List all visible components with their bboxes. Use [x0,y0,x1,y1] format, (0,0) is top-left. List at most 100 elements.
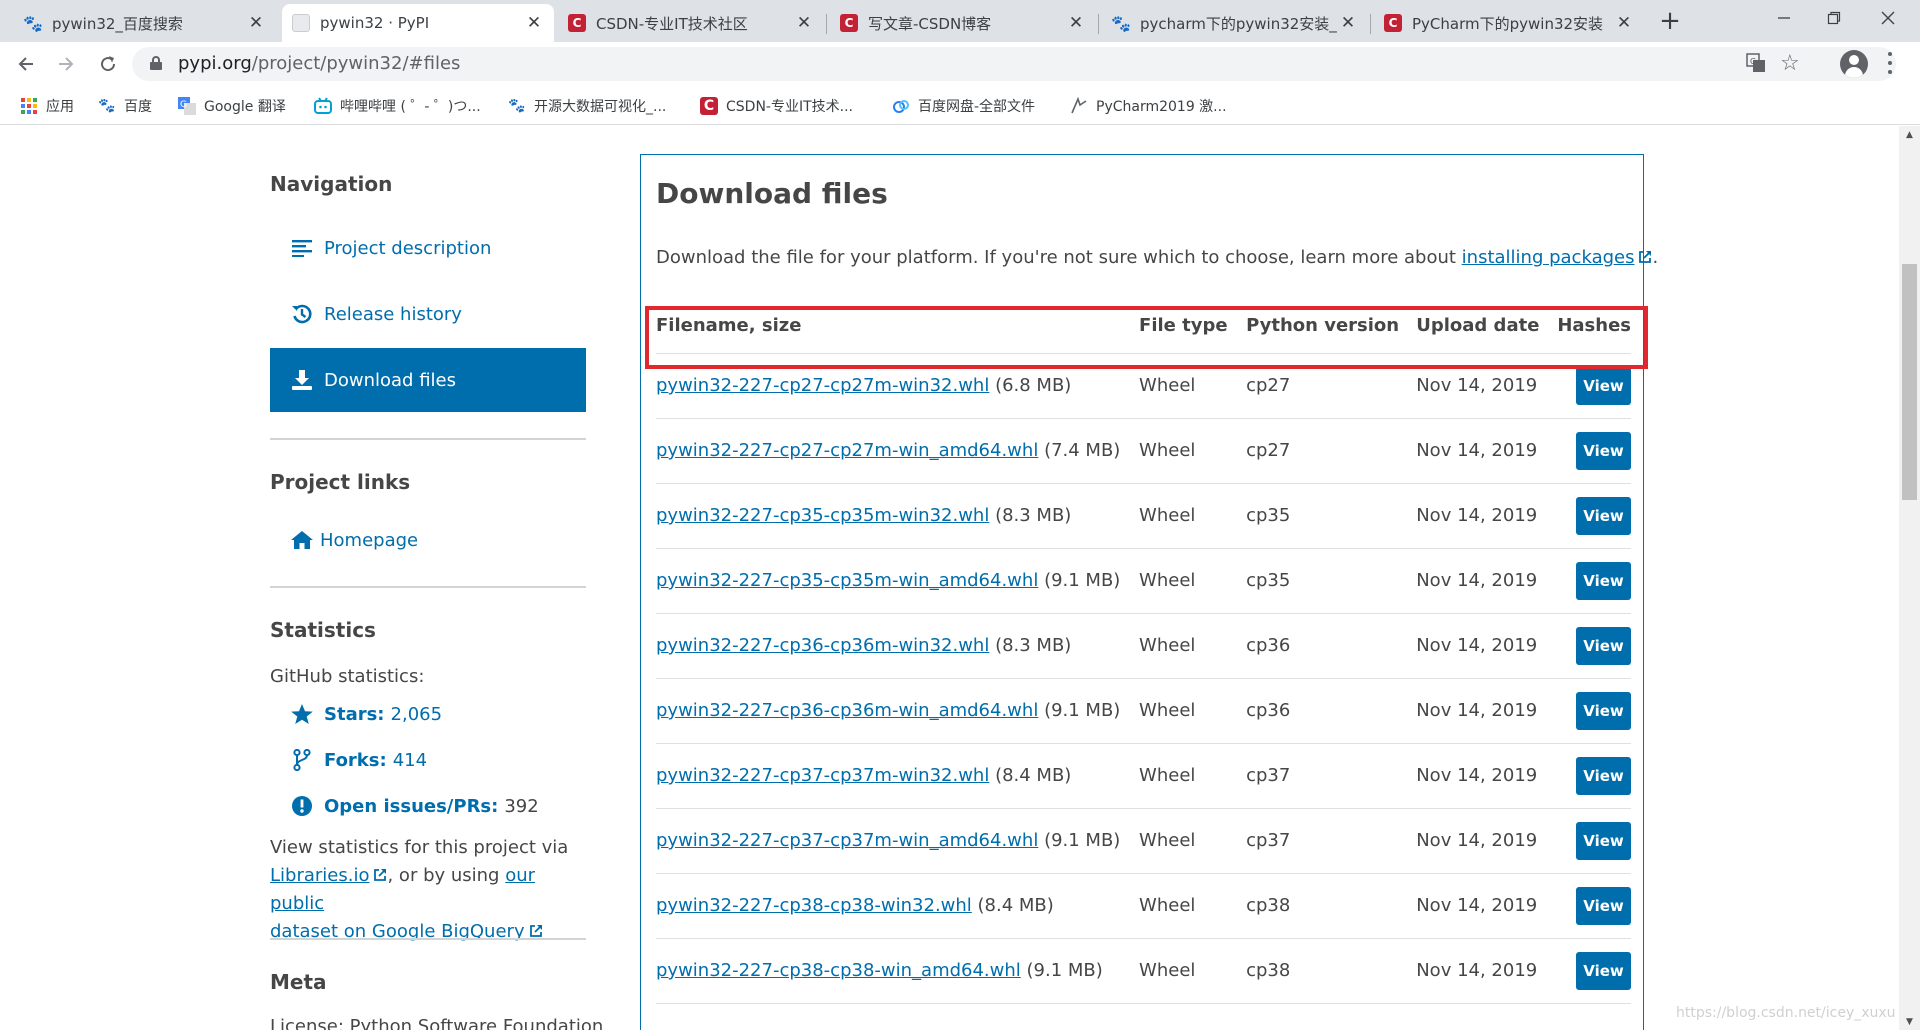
sidebar-divider [270,438,586,440]
external-link-icon [529,924,542,937]
info-circle-icon [290,794,314,818]
filename-link[interactable]: pywin32-227-cp37-cp37m-win_amd64.whl [656,830,1038,851]
stat-stars[interactable]: Stars: 2,065 [290,702,442,726]
pypi-icon [292,14,310,32]
bookmark-star-icon[interactable]: ☆ [1780,51,1800,76]
bookmark-google-translate[interactable]: G Google 翻译 [178,94,286,118]
homepage-link[interactable]: Homepage [290,528,418,552]
scroll-up-arrow-icon[interactable]: ▲ [1899,126,1920,143]
nav-download-files[interactable]: Download files [270,348,586,412]
bookmark-apps[interactable]: 应用 [20,94,74,118]
filename-link[interactable]: pywin32-227-cp35-cp35m-win32.whl [656,505,989,526]
tab-title: pycharm下的pywin32安装_ [1140,14,1337,33]
view-hashes-button[interactable]: View [1576,561,1631,600]
header-python-version: Python version [1246,289,1417,354]
tab-csdn-community[interactable]: C CSDN-专业IT技术社区 ✕ [558,4,824,42]
stat-forks[interactable]: Forks: 414 [290,748,427,772]
bookmark-label: 百度 [124,99,152,115]
csdn-icon: C [700,97,718,115]
upload-date-cell: Nov 14, 2019 [1416,808,1558,874]
bookmark-csdn[interactable]: C CSDN-专业IT技术... [700,94,853,118]
bookmark-label: 应用 [46,99,74,115]
close-icon[interactable]: ✕ [1614,13,1634,33]
view-hashes-button[interactable]: View [1576,496,1631,535]
scrollbar-thumb[interactable] [1902,264,1917,500]
minimize-icon [1778,17,1790,19]
bookmark-baidu[interactable]: 🐾 百度 [98,94,152,118]
close-icon[interactable]: ✕ [1066,13,1086,33]
upload-date-cell: Nov 14, 2019 [1416,938,1558,1004]
filename-link[interactable]: pywin32-227-cp27-cp27m-win32.whl [656,375,989,396]
close-icon[interactable]: ✕ [1338,13,1358,33]
hashes-cell: View [1557,613,1631,679]
view-hashes-button[interactable]: View [1576,366,1631,405]
table-row: pywin32-227-cp38-cp38-win_amd64.whl (9.1… [656,938,1631,1004]
reload-button[interactable] [92,48,124,80]
page-scrollbar[interactable]: ▲ ▼ [1899,126,1920,1030]
file-size: (6.8 MB) [995,375,1072,396]
filename-link[interactable]: pywin32-227-cp38-cp38-win32.whl [656,895,972,916]
url-text[interactable]: pypi.org/project/pywin32/#files [178,53,460,74]
tab-pypi[interactable]: pywin32 · PyPI ✕ [282,4,554,42]
bookmark-baidu-netdisk[interactable]: 百度网盘-全部文件 [892,94,1035,118]
profile-avatar-icon[interactable] [1840,50,1868,78]
filename-link[interactable]: pywin32-227-cp36-cp36m-win32.whl [656,635,989,656]
tab-title: CSDN-专业IT技术社区 [596,14,748,33]
bookmark-pycharm[interactable]: PyCharm2019 激... [1070,94,1227,118]
stat-open-issues[interactable]: Open issues/PRs: 392 [290,794,539,818]
filename-link[interactable]: pywin32-227-cp37-cp37m-win32.whl [656,765,989,786]
bookmark-label: PyCharm2019 激... [1096,99,1227,115]
view-hashes-button[interactable]: View [1576,691,1631,730]
external-link-icon [374,868,387,881]
bookmark-open-source-bigdata[interactable]: 🐾 开源大数据可视化_... [508,94,666,118]
new-tab-button[interactable]: + [1656,8,1684,36]
reload-icon [101,56,116,72]
filename-link[interactable]: pywin32-227-cp27-cp27m-win_amd64.whl [656,440,1038,461]
nav-release-history[interactable]: Release history [270,282,586,346]
view-hashes-button[interactable]: View [1576,886,1631,925]
csdn-icon: C [840,14,858,32]
close-icon[interactable]: ✕ [794,13,814,33]
file-type-cell: Wheel [1139,678,1247,744]
filename-link[interactable]: pywin32-227-cp38-cp38-win_amd64.whl [656,960,1021,981]
view-hashes-button[interactable]: View [1576,431,1631,470]
address-bar[interactable]: pypi.org/project/pywin32/#files G ☆ [132,47,1896,81]
file-size: (8.4 MB) [995,765,1072,786]
installing-packages-link[interactable]: installing packages [1462,247,1653,268]
tab-baidu-search[interactable]: 🐾 pywin32_百度搜索 ✕ [14,4,276,42]
tab-title: 写文章-CSDN博客 [868,14,992,33]
bookmark-bilibili[interactable]: 哔哩哔哩 ( ゜- ゜)つ... [314,94,481,118]
view-hashes-button[interactable]: View [1576,821,1631,860]
view-hashes-button[interactable]: View [1576,951,1631,990]
tab-pycharm-baidu[interactable]: 🐾 pycharm下的pywin32安装_ ✕ [1102,4,1368,42]
table-row: pywin32-227-cp35-cp35m-win32.whl (8.3 MB… [656,483,1631,549]
hashes-cell: View [1557,418,1631,484]
python-version-cell: cp38 [1246,873,1417,939]
tab-csdn-write[interactable]: C 写文章-CSDN博客 ✕ [830,4,1096,42]
license-text: License: Python Software Foundation [270,1016,604,1030]
translate-icon[interactable]: G [1746,53,1766,78]
filename-link[interactable]: pywin32-227-cp35-cp35m-win_amd64.whl [656,570,1038,591]
forward-button[interactable] [50,48,82,80]
filename-cell: pywin32-227-cp37-cp37m-win32.whl (8.4 MB… [656,743,1140,809]
view-hashes-button[interactable]: View [1576,756,1631,795]
filename-link[interactable]: pywin32-227-cp36-cp36m-win_amd64.whl [656,700,1038,721]
close-icon[interactable]: ✕ [246,13,266,33]
url-host: pypi.org [178,53,252,74]
python-version-cell: cp35 [1246,483,1417,549]
view-hashes-button[interactable]: View [1576,626,1631,665]
stat-label: Stars: [324,703,385,725]
file-type-cell: Wheel [1139,938,1247,1004]
close-icon[interactable]: ✕ [524,13,544,33]
back-button[interactable] [10,48,42,80]
nav-project-description[interactable]: Project description [270,216,586,280]
scroll-down-arrow-icon[interactable]: ▼ [1899,1013,1920,1030]
lock-icon[interactable] [150,56,162,70]
home-icon [290,528,314,552]
close-window-button[interactable] [1856,0,1920,36]
libraries-io-link[interactable]: Libraries.io [270,865,387,886]
menu-kebab-icon[interactable] [1887,52,1893,74]
file-size: (9.1 MB) [1044,830,1121,851]
tab-pycharm-csdn[interactable]: C PyCharm下的pywin32安装 ✕ [1374,4,1644,42]
hashes-cell: View [1557,353,1631,419]
